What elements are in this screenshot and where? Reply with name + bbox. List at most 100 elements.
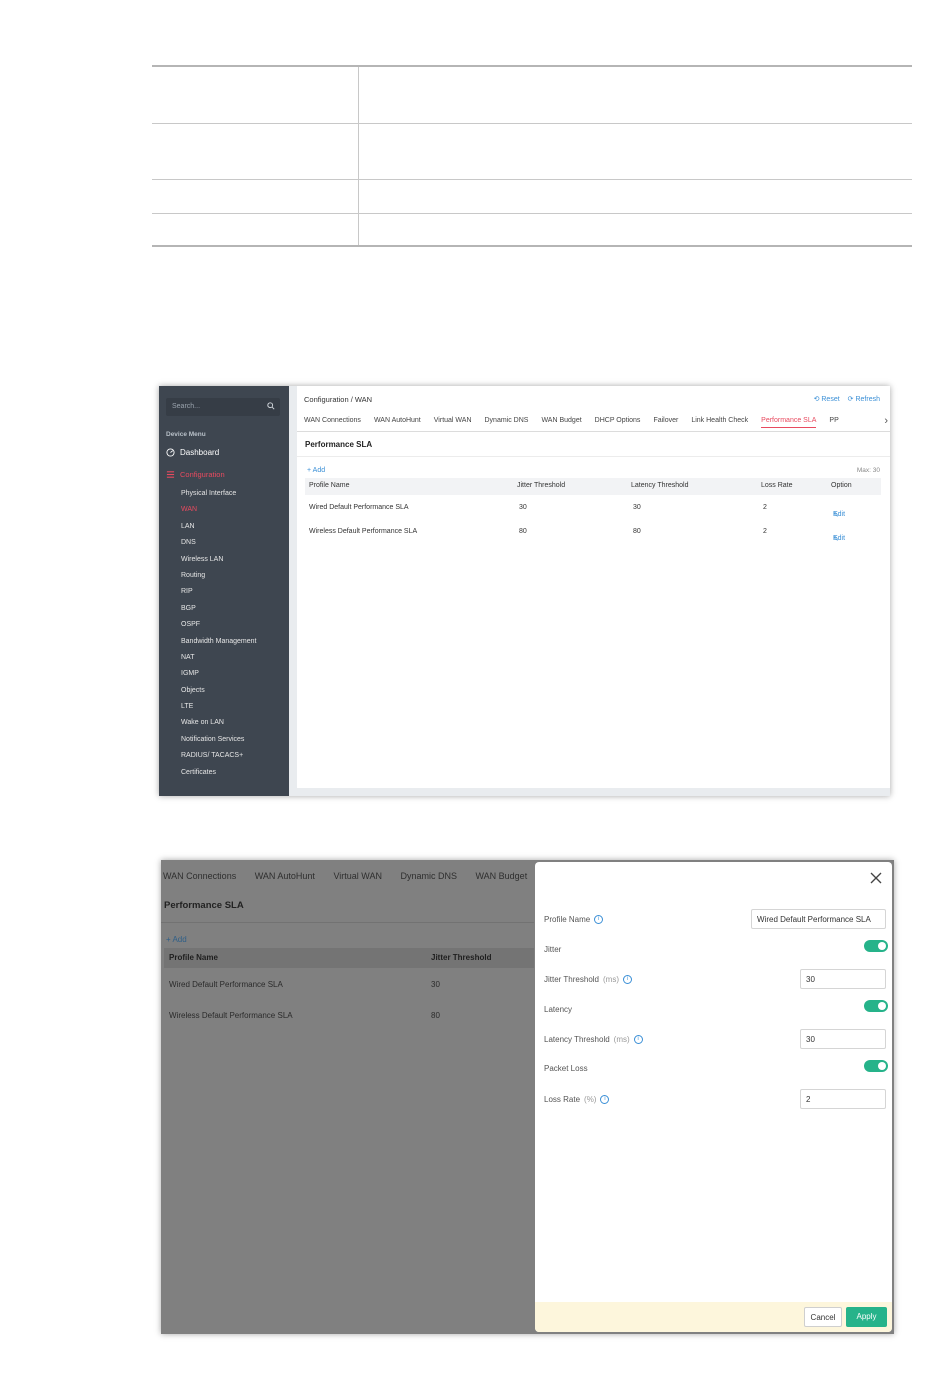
- info-icon[interactable]: i: [623, 975, 632, 984]
- apply-button[interactable]: Apply: [846, 1307, 887, 1327]
- cancel-button[interactable]: Cancel: [804, 1307, 842, 1327]
- search-placeholder: Search...: [172, 403, 201, 410]
- drawer-footer: Cancel Apply: [535, 1302, 892, 1332]
- tab-wan-autohunt[interactable]: WAN AutoHunt: [374, 417, 421, 428]
- sidebar-subitem-routing[interactable]: Routing: [181, 572, 257, 588]
- tab-wan-budget[interactable]: WAN Budget: [476, 871, 528, 881]
- info-icon[interactable]: i: [594, 915, 604, 924]
- tab-pp[interactable]: PP: [829, 417, 838, 428]
- tab-dhcp-options[interactable]: DHCP Options: [595, 417, 641, 428]
- tab-dynamic-dns[interactable]: Dynamic DNS: [400, 871, 457, 881]
- sidebar-item-configuration[interactable]: Configuration: [166, 470, 225, 479]
- breadcrumb: Configuration / WAN: [304, 395, 373, 404]
- screenshot-performance-sla-list: Search... Device Menu Dashboard Configur…: [159, 386, 890, 796]
- tab-performance-sla[interactable]: Performance SLA: [761, 417, 817, 428]
- table-cell: [358, 66, 912, 124]
- cell-loss-rate: 2: [763, 504, 767, 511]
- label-text: Latency Threshold: [544, 1035, 610, 1044]
- sidebar-subitem-bandwidth-management[interactable]: Bandwidth Management: [181, 638, 257, 654]
- search-input[interactable]: Search...: [166, 398, 280, 416]
- sidebar-item-label: Dashboard: [180, 448, 220, 457]
- column-header-option: Option: [831, 482, 852, 489]
- sidebar-subitem-lan[interactable]: LAN: [181, 523, 257, 539]
- table-cell: [152, 213, 359, 246]
- sidebar-subitem-dns[interactable]: DNS: [181, 539, 257, 555]
- jitter-threshold-label: Jitter Threshold (ms) i: [544, 975, 632, 984]
- latency-toggle[interactable]: [864, 1000, 888, 1012]
- column-header-jitter-threshold[interactable]: Jitter Threshold: [517, 482, 565, 489]
- sidebar-subitem-objects[interactable]: Objects: [181, 687, 257, 703]
- tab-wan-connections[interactable]: WAN Connections: [163, 871, 236, 881]
- table-cell: [358, 123, 912, 180]
- table-row: Wireless Default Performance SLA 80: [164, 1001, 534, 1031]
- cell-profile-name: Wireless Default Performance SLA: [169, 1011, 293, 1020]
- packet-loss-toggle[interactable]: [864, 1060, 888, 1072]
- close-icon[interactable]: [870, 872, 882, 884]
- sidebar: Search... Device Menu Dashboard Configur…: [159, 386, 289, 796]
- tab-failover[interactable]: Failover: [653, 417, 678, 428]
- latency-label: Latency: [544, 1005, 572, 1014]
- screenshot-edit-performance-sla: WAN Connections WAN AutoHunt Virtual WAN…: [161, 860, 894, 1334]
- cell-profile-name: Wired Default Performance SLA: [309, 504, 409, 511]
- tab-bar: WAN Connections WAN AutoHunt Virtual WAN…: [163, 871, 543, 881]
- cell-jitter: 80: [519, 528, 527, 535]
- max-count: Max: 30: [856, 467, 880, 474]
- cell-latency: 80: [633, 528, 641, 535]
- list-icon: [166, 471, 175, 478]
- tab-link-health-check[interactable]: Link Health Check: [691, 417, 748, 428]
- sidebar-subitem-ospf[interactable]: OSPF: [181, 621, 257, 637]
- tab-virtual-wan[interactable]: Virtual WAN: [333, 871, 382, 881]
- section-title: Performance SLA: [164, 900, 244, 911]
- search-icon[interactable]: [267, 402, 275, 410]
- info-icon[interactable]: i: [633, 1035, 643, 1044]
- sidebar-subitem-wan[interactable]: WAN: [181, 506, 257, 522]
- sidebar-item-dashboard[interactable]: Dashboard: [166, 448, 219, 457]
- jitter-toggle[interactable]: [864, 940, 888, 952]
- label-text: Latency: [544, 1005, 573, 1014]
- chevron-right-icon[interactable]: ›: [884, 415, 888, 427]
- sidebar-subitem-bgp[interactable]: BGP: [181, 605, 257, 621]
- sidebar-subitem-radius-tacacs[interactable]: RADIUS/ TACACS+: [181, 752, 257, 768]
- table-cell: [152, 123, 359, 180]
- sidebar-subitem-notification-services[interactable]: Notification Services: [181, 736, 257, 752]
- loss-rate-field[interactable]: 2: [800, 1089, 886, 1109]
- label-text: Loss Rate: [544, 1095, 581, 1104]
- dimmed-background: WAN Connections WAN AutoHunt Virtual WAN…: [161, 860, 534, 1334]
- column-header-loss-rate[interactable]: Loss Rate: [761, 482, 793, 489]
- tab-virtual-wan[interactable]: Virtual WAN: [434, 417, 472, 428]
- sidebar-subitem-certificates[interactable]: Certificates: [181, 769, 257, 785]
- label-text: Packet Loss: [544, 1064, 588, 1073]
- sidebar-subitem-wireless-lan[interactable]: Wireless LAN: [181, 556, 257, 572]
- column-header-latency-threshold[interactable]: Latency Threshold: [631, 482, 688, 489]
- divider: [161, 922, 534, 923]
- reset-button[interactable]: ⟲ Reset: [814, 395, 840, 403]
- divider: [297, 431, 890, 432]
- add-button[interactable]: + Add: [166, 935, 187, 944]
- tab-dynamic-dns[interactable]: Dynamic DNS: [485, 417, 529, 428]
- sidebar-subitem-nat[interactable]: NAT: [181, 654, 257, 670]
- jitter-label: Jitter: [544, 945, 561, 954]
- sidebar-subitem-wake-on-lan[interactable]: Wake on LAN: [181, 719, 257, 735]
- column-header-jitter-threshold[interactable]: Jitter Threshold: [431, 953, 491, 962]
- sidebar-subitem-lte[interactable]: LTE: [181, 703, 257, 719]
- tab-bar: WAN Connections WAN AutoHunt Virtual WAN…: [304, 417, 852, 428]
- label-text: Jitter: [544, 945, 562, 954]
- add-button[interactable]: + Add: [307, 467, 325, 474]
- sidebar-subitem-rip[interactable]: RIP: [181, 588, 257, 604]
- latency-threshold-field[interactable]: 30: [800, 1029, 886, 1049]
- jitter-threshold-field[interactable]: 30: [800, 969, 886, 989]
- column-header-profile-name[interactable]: Profile Name: [309, 482, 349, 489]
- sidebar-subitem-igmp[interactable]: IGMP: [181, 670, 257, 686]
- tab-wan-budget[interactable]: WAN Budget: [541, 417, 581, 428]
- refresh-button[interactable]: ⟳ Refresh: [848, 395, 880, 403]
- edit-label: Edit: [833, 511, 846, 518]
- device-menu-title: Device Menu: [166, 431, 206, 438]
- label-text: Jitter Threshold: [544, 975, 599, 984]
- profile-name-field[interactable]: Wired Default Performance SLA: [751, 909, 886, 929]
- tab-wan-connections[interactable]: WAN Connections: [304, 417, 361, 428]
- info-icon[interactable]: i: [600, 1095, 610, 1104]
- column-header-profile-name[interactable]: Profile Name: [169, 953, 218, 962]
- unit-text: (ms): [603, 975, 619, 984]
- sidebar-subitem-physical-interface[interactable]: Physical Interface: [181, 490, 257, 506]
- tab-wan-autohunt[interactable]: WAN AutoHunt: [255, 871, 315, 881]
